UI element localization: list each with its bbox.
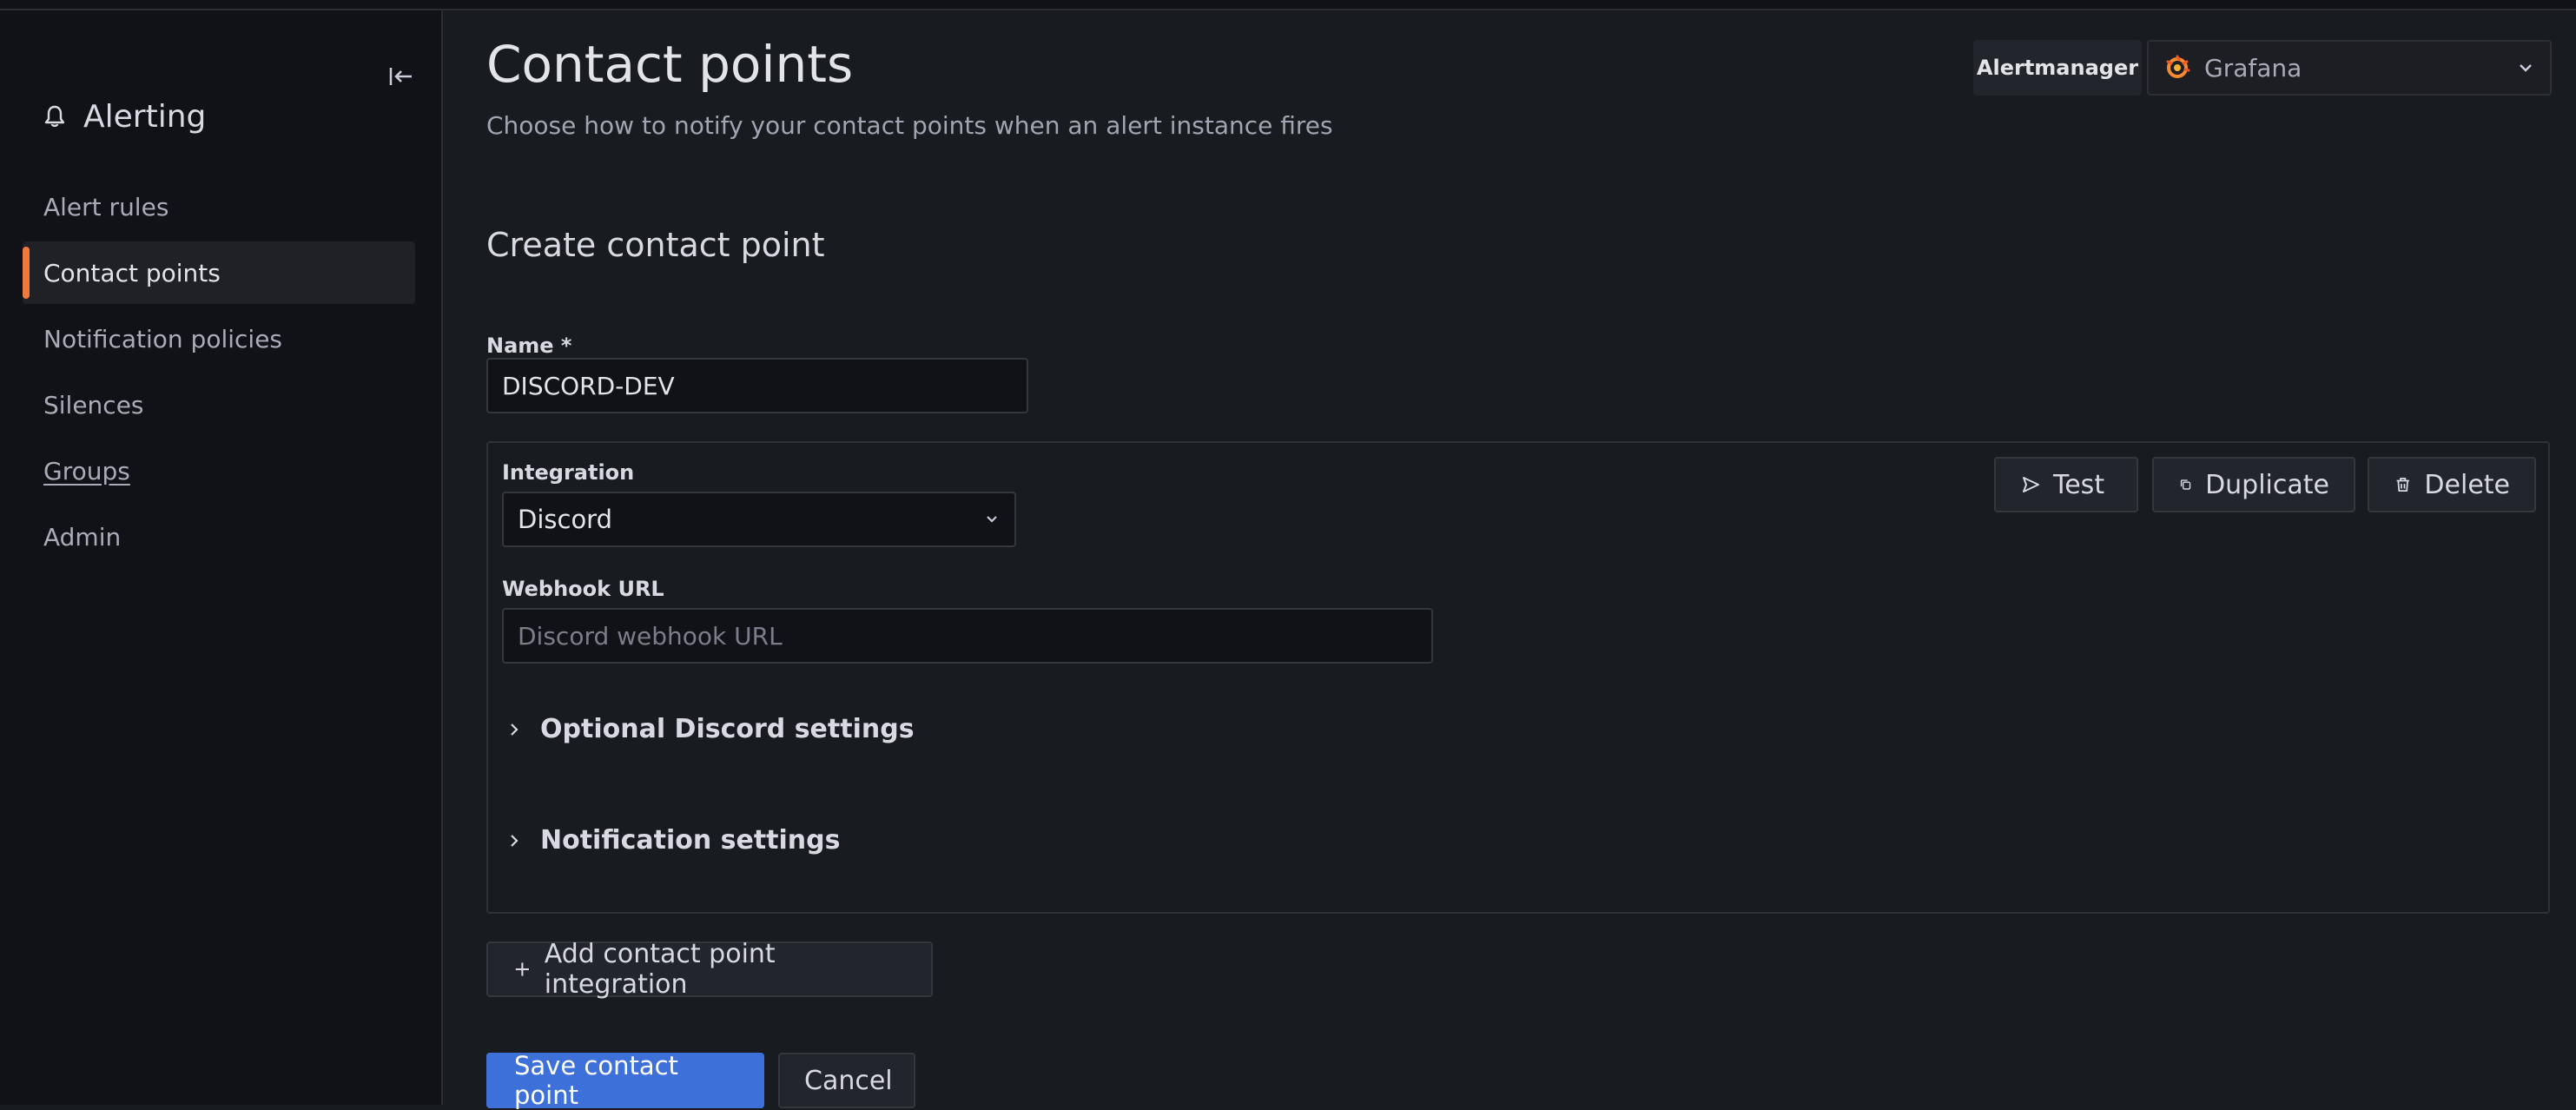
integration-value: Discord (518, 505, 613, 534)
section-header: Alerting (43, 90, 206, 142)
save-contact-point-button[interactable]: Save contact point (486, 1051, 764, 1110)
delete-button[interactable]: Delete (2368, 457, 2536, 512)
optional-discord-settings-toggle[interactable]: Optional Discord settings (507, 714, 915, 744)
alertmanager-label: Alertmanager (1973, 40, 2142, 96)
sidebar-item-label: Groups (43, 456, 130, 486)
grafana-logo-icon (2166, 55, 2190, 78)
sidebar-item-contact-points[interactable]: Contact points (23, 241, 415, 304)
integration-panel: Integration Discord Webhook URL Discord … (486, 441, 2550, 914)
collapse-sidebar-button[interactable] (386, 61, 417, 92)
plus-icon (515, 962, 529, 976)
cancel-label: Cancel (804, 1065, 893, 1096)
sidebar-item-alert-rules[interactable]: Alert rules (23, 175, 415, 238)
sidebar-nav: Alert rules Contact points Notification … (23, 175, 415, 572)
copy-icon (2180, 479, 2191, 490)
send-icon (2023, 477, 2039, 492)
test-button[interactable]: Test (1994, 457, 2138, 512)
webhook-url-label: Webhook URL (502, 577, 664, 601)
delete-label: Delete (2424, 469, 2510, 500)
sidebar: Alerting Alert rules Contact points Noti… (0, 10, 443, 1105)
name-input[interactable]: DISCORD-DEV (486, 358, 1028, 413)
notification-settings-toggle[interactable]: Notification settings (507, 825, 841, 856)
collapse-icon (389, 68, 412, 85)
form-title: Create contact point (486, 226, 825, 264)
sidebar-item-admin[interactable]: Admin (23, 505, 415, 568)
chevron-down-icon (987, 516, 997, 523)
notification-settings-label: Notification settings (540, 825, 841, 856)
add-integration-button[interactable]: Add contact point integration (486, 939, 933, 1000)
sidebar-item-label: Alert rules (43, 192, 169, 221)
chevron-down-icon (2520, 64, 2532, 72)
sidebar-item-notification-policies[interactable]: Notification policies (23, 307, 415, 370)
section-title: Alerting (83, 98, 207, 135)
chevron-right-icon (511, 834, 519, 847)
duplicate-button[interactable]: Duplicate (2152, 457, 2355, 512)
optional-discord-settings-label: Optional Discord settings (540, 714, 915, 744)
main-content: Contact points Choose how to notify your… (445, 10, 2576, 1110)
duplicate-label: Duplicate (2205, 469, 2329, 500)
sidebar-item-label: Silences (43, 390, 144, 420)
sidebar-item-groups[interactable]: Groups (23, 439, 415, 502)
name-label: Name * (486, 334, 572, 358)
sidebar-item-label: Notification policies (43, 324, 283, 353)
sidebar-item-silences[interactable]: Silences (23, 373, 415, 436)
webhook-url-input[interactable]: Discord webhook URL (502, 608, 1433, 664)
integration-label: Integration (502, 460, 635, 485)
top-bar (0, 0, 2576, 10)
chevron-right-icon (511, 723, 519, 736)
sidebar-item-label: Admin (43, 522, 122, 552)
alertmanager-select[interactable]: Grafana (2147, 40, 2552, 96)
cancel-button[interactable]: Cancel (778, 1053, 915, 1108)
save-label: Save contact point (514, 1051, 678, 1110)
test-label: Test (2053, 469, 2105, 500)
integration-select[interactable]: Discord (502, 492, 1016, 547)
bell-icon (44, 105, 65, 128)
page-subtitle: Choose how to notify your contact points… (486, 111, 1333, 140)
sidebar-item-label: Contact points (43, 258, 221, 287)
trash-icon (2396, 477, 2409, 492)
alertmanager-value: Grafana (2204, 53, 2302, 83)
add-integration-label: Add contact point integration (544, 939, 776, 1000)
page-title: Contact points (486, 35, 854, 94)
